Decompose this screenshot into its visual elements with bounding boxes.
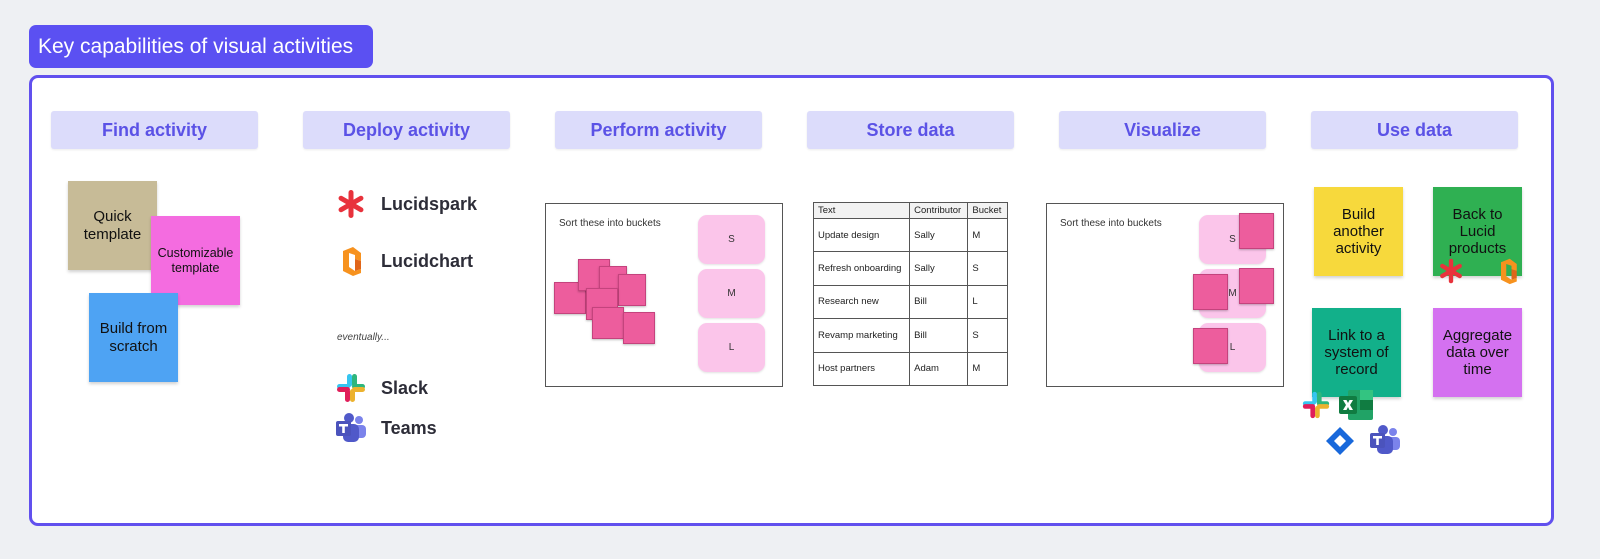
lucidchart-icon bbox=[343, 247, 361, 276]
table-cell: Bill bbox=[909, 284, 969, 320]
perform-board-prompt: Sort these into buckets bbox=[559, 218, 661, 229]
header-use-data: Use data bbox=[1311, 111, 1518, 149]
table-cell: Revamp marketing bbox=[812, 318, 911, 353]
app-lucidspark[interactable]: Lucidspark bbox=[335, 188, 477, 220]
sticky-aggregate-data[interactable]: Aggregate data over time bbox=[1433, 308, 1522, 397]
lucidchart-icon bbox=[1501, 258, 1517, 285]
visualize-board[interactable]: Sort these into buckets S M L bbox=[1046, 203, 1284, 387]
mini-sticky[interactable] bbox=[1193, 328, 1228, 364]
mini-sticky[interactable] bbox=[592, 307, 624, 339]
mini-sticky[interactable] bbox=[623, 312, 655, 344]
header-visualize: Visualize bbox=[1059, 111, 1266, 149]
table-cell: Bill bbox=[909, 318, 969, 353]
table-row: Refresh onboarding Sally S bbox=[812, 251, 1008, 286]
table-cell: S bbox=[967, 318, 1008, 353]
table-header-contributor: Contributor bbox=[909, 202, 969, 219]
page-title: Key capabilities of visual activities bbox=[29, 25, 373, 68]
table-cell: Adam bbox=[909, 351, 969, 387]
lucidspark-icon bbox=[338, 190, 364, 218]
slack-label: Slack bbox=[381, 377, 429, 398]
app-slack[interactable]: Slack bbox=[335, 372, 428, 404]
excel-icon bbox=[1339, 390, 1373, 420]
table-cell: L bbox=[967, 284, 1008, 320]
header-store-data: Store data bbox=[807, 111, 1014, 149]
table-cell: S bbox=[967, 251, 1008, 286]
visualize-board-prompt: Sort these into buckets bbox=[1060, 218, 1162, 229]
jira-icon bbox=[1326, 427, 1354, 455]
table-cell: Research new bbox=[812, 284, 911, 320]
bucket-l[interactable]: L bbox=[698, 323, 765, 372]
table-row: Host partners Adam M bbox=[812, 351, 1008, 387]
sticky-build-another-activity[interactable]: Build another activity bbox=[1314, 187, 1403, 276]
slack-icon bbox=[337, 374, 365, 402]
sticky-quick-template[interactable]: Quick template bbox=[68, 181, 157, 270]
lucidspark-label: Lucidspark bbox=[381, 193, 478, 214]
table-cell: M bbox=[967, 217, 1008, 253]
bucket-m[interactable]: M bbox=[698, 269, 765, 318]
table-cell: Host partners bbox=[812, 351, 911, 387]
app-lucidchart[interactable]: Lucidchart bbox=[335, 245, 473, 277]
table-cell: Update design bbox=[812, 217, 911, 253]
table-cell: Refresh onboarding bbox=[812, 251, 911, 286]
table-cell: Sally bbox=[909, 251, 969, 286]
mini-sticky[interactable] bbox=[1239, 268, 1274, 304]
table-header-bucket: Bucket bbox=[967, 202, 1008, 219]
table-cell: M bbox=[967, 351, 1008, 387]
bucket-s[interactable]: S bbox=[698, 215, 765, 264]
table-row: Update design Sally M bbox=[812, 217, 1008, 253]
table-header-row: Text Contributor Bucket bbox=[812, 202, 1008, 219]
mini-sticky[interactable] bbox=[1193, 274, 1228, 310]
teams-icon bbox=[1370, 425, 1400, 454]
table-cell: Sally bbox=[909, 217, 969, 253]
perform-board[interactable]: Sort these into buckets S M L bbox=[545, 203, 783, 387]
eventually-note: eventually... bbox=[337, 332, 390, 343]
sticky-build-from-scratch[interactable]: Build from scratch bbox=[89, 293, 178, 382]
mini-sticky[interactable] bbox=[618, 274, 646, 306]
sticky-customizable-template[interactable]: Customizable template bbox=[151, 216, 240, 305]
app-teams[interactable]: Teams bbox=[335, 412, 437, 444]
slack-icon bbox=[1302, 391, 1330, 419]
table-row: Research new Bill L bbox=[812, 284, 1008, 320]
sticky-link-to-system-of-record[interactable]: Link to a system of record bbox=[1312, 308, 1401, 397]
table-header-text: Text bbox=[812, 202, 911, 219]
mini-sticky[interactable] bbox=[1239, 213, 1274, 249]
table-row: Revamp marketing Bill S bbox=[812, 318, 1008, 353]
lucidchart-label: Lucidchart bbox=[381, 250, 474, 271]
data-table: Text Contributor Bucket Update design Sa… bbox=[812, 202, 1008, 387]
teams-icon bbox=[336, 413, 366, 442]
header-deploy-activity: Deploy activity bbox=[303, 111, 510, 149]
teams-label: Teams bbox=[381, 417, 437, 438]
header-perform-activity: Perform activity bbox=[555, 111, 762, 149]
header-find-activity: Find activity bbox=[51, 111, 258, 149]
lucidspark-icon bbox=[1440, 258, 1462, 284]
